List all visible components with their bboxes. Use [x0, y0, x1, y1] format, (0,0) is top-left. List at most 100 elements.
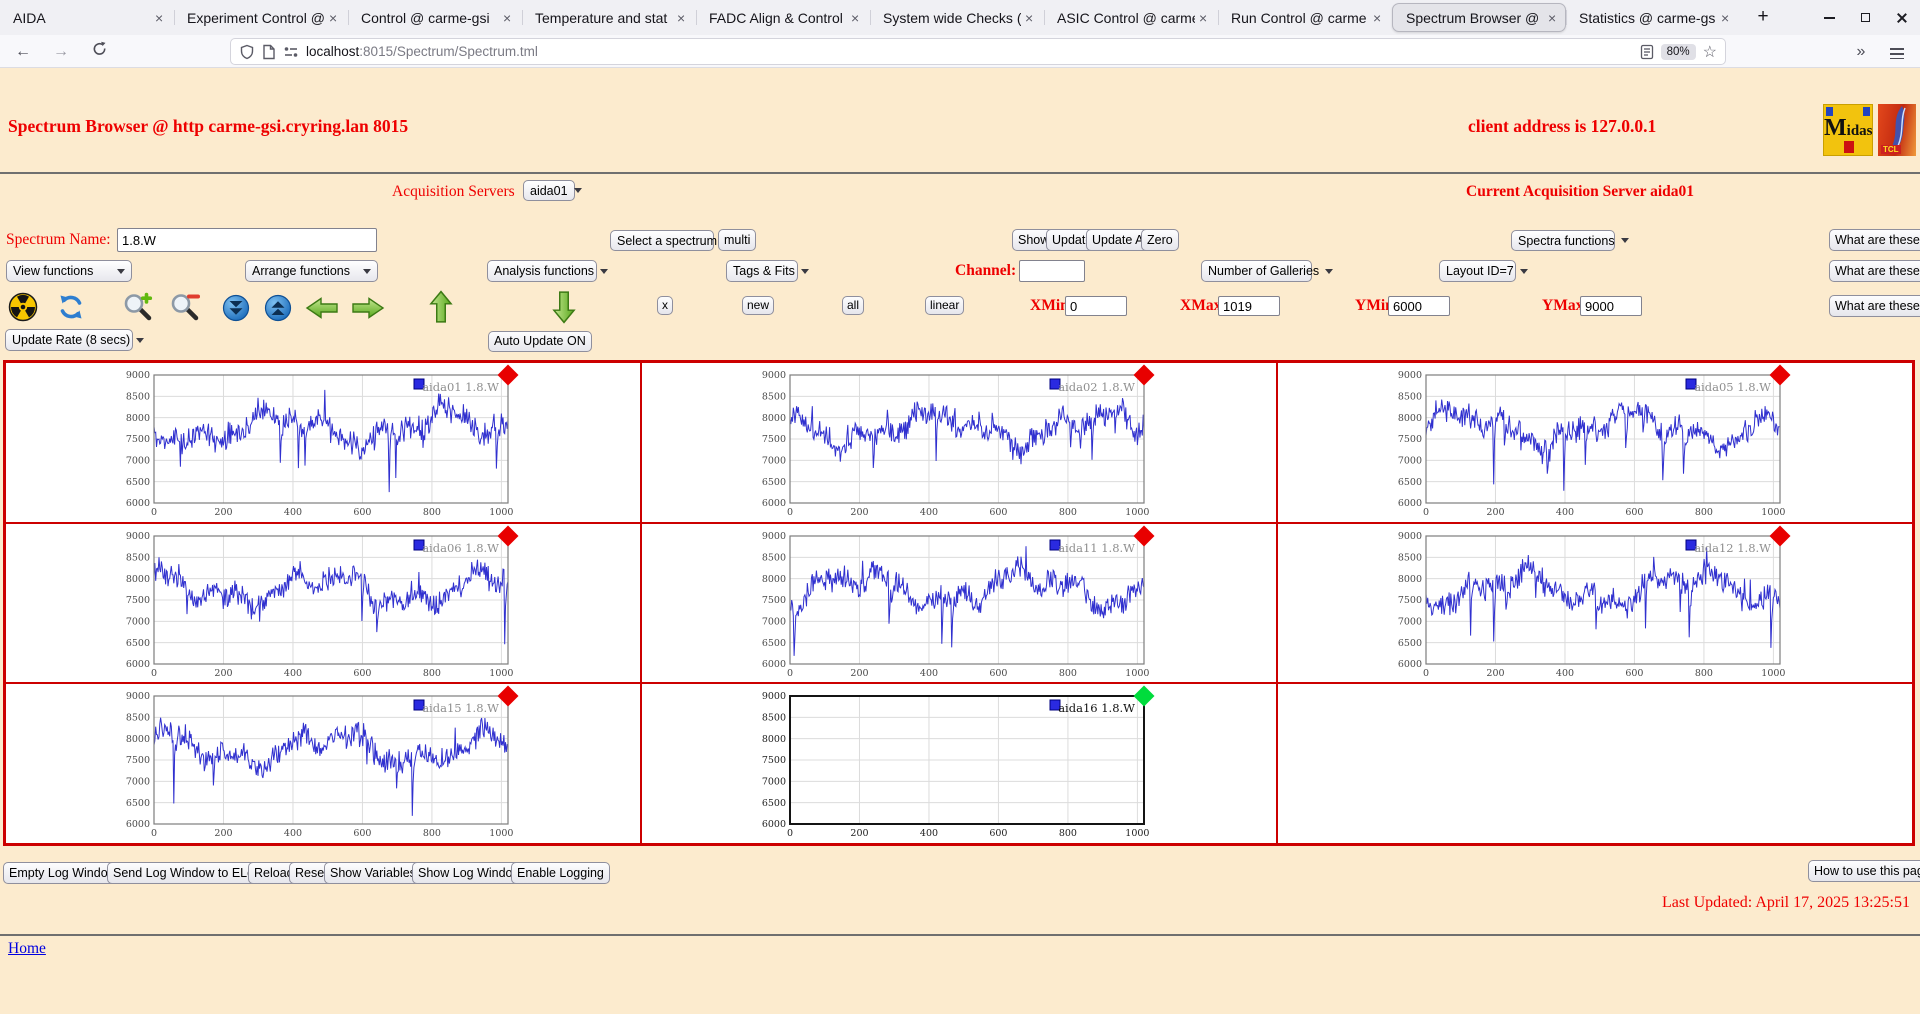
spectrum-chart[interactable]: 6000650070007500800085009000020040060080… [6, 363, 641, 521]
galleries-dropdown[interactable]: Number of Galleries [1201, 260, 1312, 282]
tab-control-carme[interactable]: Control @ carme-gsi× [348, 0, 522, 35]
tab-asic-control[interactable]: ASIC Control @ carme× [1044, 0, 1218, 35]
menu-button[interactable] [1884, 39, 1910, 64]
tab-close-icon[interactable]: × [1721, 10, 1729, 26]
tab-experiment-control[interactable]: Experiment Control @× [174, 0, 348, 35]
tab-close-icon[interactable]: × [677, 10, 685, 26]
tab-close-icon[interactable]: × [1548, 10, 1556, 26]
status-diamond[interactable] [1134, 525, 1155, 546]
midas-logo: Midas [1823, 104, 1873, 156]
spectrum-chart[interactable]: 6000650070007500800085009000020040060080… [6, 684, 641, 842]
status-diamond[interactable] [1134, 686, 1155, 707]
view-functions-dropdown[interactable]: View functions [6, 260, 132, 282]
svg-text:7000: 7000 [762, 616, 786, 627]
legend-label: aida06 1.8.W [422, 541, 499, 555]
status-diamond[interactable] [498, 525, 519, 546]
status-diamond[interactable] [498, 365, 519, 386]
xmin-input[interactable] [1065, 296, 1127, 316]
spectrum-chart[interactable]: 6000650070007500800085009000020040060080… [1278, 363, 1913, 521]
tab-statistics[interactable]: Statistics @ carme-gs× [1566, 0, 1740, 35]
analysis-functions-dropdown[interactable]: Analysis functions [487, 260, 597, 282]
show-variables-button[interactable]: Show Variables [324, 862, 422, 884]
reader-mode-icon[interactable] [1640, 44, 1654, 60]
xmax-input[interactable] [1218, 296, 1280, 316]
window-close-button[interactable] [1896, 12, 1908, 24]
tags-fits-dropdown[interactable]: Tags & Fits [726, 260, 798, 282]
zoom-out-icon[interactable] [170, 292, 204, 324]
home-link[interactable]: Home [8, 940, 46, 958]
ymax-input[interactable] [1580, 296, 1642, 316]
linear-button[interactable]: linear [925, 296, 964, 315]
select-spectrum-dropdown[interactable]: Select a spectrum [610, 230, 714, 251]
ymin-input[interactable] [1388, 296, 1450, 316]
tab-title: AIDA [13, 10, 151, 26]
window-maximize-button[interactable] [1861, 13, 1870, 22]
zero-button[interactable]: Zero [1141, 229, 1179, 251]
url-bar[interactable]: localhost:8015/Spectrum/Spectrum.tml 80%… [230, 38, 1726, 65]
tab-close-icon[interactable]: × [851, 10, 859, 26]
x-button[interactable]: x [657, 296, 673, 315]
tab-fadc-align[interactable]: FADC Align & Control× [696, 0, 870, 35]
tab-close-icon[interactable]: × [1373, 10, 1381, 26]
layout-id-dropdown[interactable]: Layout ID=7 [1439, 260, 1516, 282]
tab-spectrum-browser[interactable]: Spectrum Browser @× [1392, 3, 1566, 32]
update-rate-dropdown[interactable]: Update Rate (8 secs) [5, 329, 133, 351]
new-tab-button[interactable]: + [1750, 5, 1776, 31]
arrow-up-icon[interactable] [428, 290, 462, 322]
tab-close-icon[interactable]: × [503, 10, 511, 26]
tab-close-icon[interactable]: × [155, 10, 163, 26]
back-button[interactable]: ← [10, 39, 36, 64]
multi-button[interactable]: multi [718, 229, 756, 251]
acquisition-server-select[interactable]: aida01 [523, 180, 575, 201]
channel-input[interactable] [1019, 260, 1085, 282]
status-diamond[interactable] [498, 686, 519, 707]
all-button[interactable]: all [842, 296, 864, 315]
zoom-in-icon[interactable] [122, 292, 156, 324]
arrange-functions-dropdown[interactable]: Arrange functions [245, 260, 378, 282]
forward-button[interactable]: → [48, 39, 74, 64]
arrow-down-icon[interactable] [551, 290, 585, 322]
tab-aida[interactable]: AIDA× [0, 0, 174, 35]
spectrum-chart[interactable]: 6000650070007500800085009000020040060080… [1278, 524, 1913, 682]
what-are-these-button-2[interactable]: What are these? [1829, 260, 1920, 282]
radiation-icon[interactable] [8, 292, 42, 324]
empty-log-window-button[interactable]: Empty Log Window [3, 862, 123, 884]
what-are-these-button-3[interactable]: What are these? [1829, 295, 1920, 317]
permissions-icon[interactable] [283, 44, 299, 60]
what-are-these-button-1[interactable]: What are these? [1829, 229, 1920, 251]
status-diamond[interactable] [1134, 365, 1155, 386]
spectrum-chart[interactable]: 6000650070007500800085009000020040060080… [642, 363, 1277, 521]
reload-button[interactable] [86, 39, 112, 64]
bookmark-star-icon[interactable]: ☆ [1703, 42, 1717, 62]
tab-close-icon[interactable]: × [329, 10, 337, 26]
tab-close-icon[interactable]: × [1025, 10, 1033, 26]
new-button[interactable]: new [742, 296, 774, 315]
status-diamond[interactable] [1770, 365, 1791, 386]
spectra-functions-dropdown[interactable]: Spectra functions [1511, 230, 1615, 251]
page-info-icon[interactable] [262, 44, 276, 60]
how-to-use-button[interactable]: How to use this page [1808, 860, 1920, 882]
auto-update-button[interactable]: Auto Update ON [488, 331, 592, 352]
window-minimize-button[interactable] [1824, 17, 1835, 19]
url-text[interactable]: localhost:8015/Spectrum/Spectrum.tml [306, 44, 1633, 59]
zoom-level-badge[interactable]: 80% [1661, 44, 1696, 60]
tab-system-checks[interactable]: System wide Checks (× [870, 0, 1044, 35]
spectrum-name-input[interactable] [117, 228, 377, 252]
enable-logging-button[interactable]: Enable Logging [511, 862, 610, 884]
send-log-to-elog-button[interactable]: Send Log Window to ELog [107, 862, 267, 884]
toolbar-overflow-button[interactable]: » [1848, 39, 1874, 64]
scroll-down-icon[interactable] [222, 294, 256, 326]
arrow-left-icon[interactable] [304, 296, 338, 328]
status-diamond[interactable] [1770, 525, 1791, 546]
scroll-up-icon[interactable] [264, 294, 298, 326]
tab-run-control[interactable]: Run Control @ carme× [1218, 0, 1392, 35]
shield-icon[interactable] [239, 44, 255, 60]
midas-emblem-left [1826, 107, 1833, 116]
spectrum-chart[interactable]: 6000650070007500800085009000020040060080… [642, 524, 1277, 682]
tab-temperature[interactable]: Temperature and stat× [522, 0, 696, 35]
refresh-icon[interactable] [56, 292, 90, 324]
arrow-right-icon[interactable] [350, 296, 384, 328]
spectrum-chart[interactable]: 6000650070007500800085009000020040060080… [642, 684, 1277, 842]
tab-close-icon[interactable]: × [1199, 10, 1207, 26]
spectrum-chart[interactable]: 6000650070007500800085009000020040060080… [6, 524, 641, 682]
